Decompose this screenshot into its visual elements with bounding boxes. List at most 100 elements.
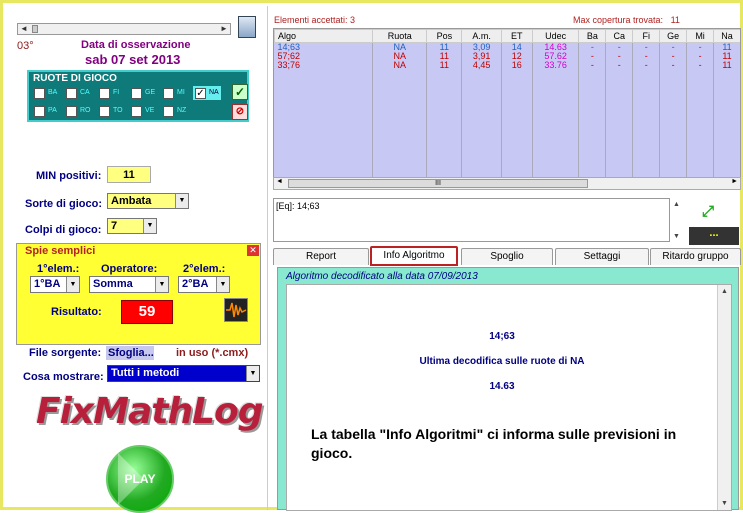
ruota-label-pa: PA: [48, 107, 57, 114]
info-value: 14.63: [489, 381, 515, 392]
ruota-label-to: TO: [113, 107, 123, 114]
calculator-icon[interactable]: [238, 16, 256, 38]
tab-spoglio[interactable]: Spoglio: [461, 248, 553, 265]
column-header[interactable]: Udec: [531, 29, 580, 43]
slider-right-arrow[interactable]: ►: [218, 24, 230, 34]
min-positivi-input[interactable]: 11: [107, 166, 151, 183]
ruota-label-ca: CA: [80, 89, 90, 96]
play-button[interactable]: PLAY: [106, 445, 174, 513]
checkbox-ro[interactable]: [66, 106, 77, 117]
colpi-select[interactable]: 7 ▼: [107, 218, 157, 234]
empty-row: [274, 79, 740, 88]
checkbox-fi[interactable]: [99, 88, 110, 99]
table-row[interactable]: 14;63 NA 11 3,09 14 14.63- - - - -11: [274, 42, 740, 52]
elem1-value: 1°BA: [34, 278, 61, 290]
hscroll-thumb[interactable]: III: [288, 179, 588, 188]
column-header[interactable]: A.m.: [461, 29, 502, 43]
date-slider[interactable]: ◄ ►: [17, 23, 231, 35]
chevron-down-icon[interactable]: ▼: [216, 277, 229, 292]
results-table[interactable]: Algo Ruota Pos A.m. ET Udec Ba Ca Fi Ge Mi Na 14;63…: [273, 28, 741, 190]
scroll-down-arrow[interactable]: ▼: [718, 497, 731, 510]
table-hscroll[interactable]: ◄ III ►: [273, 177, 741, 190]
column-header[interactable]: Ca: [605, 29, 634, 43]
table-row[interactable]: 57;62 NA 11 3,91 12 57.62- - - - -11: [274, 52, 740, 61]
tab-bar: Report Info Algoritmo Spoglio Settaggi R…: [273, 246, 741, 266]
colpi-label: Colpi di gioco:: [25, 224, 102, 236]
chevron-down-icon[interactable]: ▼: [66, 277, 79, 292]
tab-settaggi[interactable]: Settaggi: [555, 248, 649, 265]
info-algo: 14;63: [489, 331, 515, 342]
chevron-down-icon[interactable]: ▼: [246, 366, 259, 381]
chevron-down-icon[interactable]: ▼: [143, 219, 156, 233]
tab-report[interactable]: Report: [273, 248, 369, 265]
operator-label: Operatore:: [101, 263, 158, 275]
scroll-left-arrow[interactable]: ◄: [276, 178, 283, 185]
checkbox-ve[interactable]: [131, 106, 142, 117]
tab-info-algoritmo[interactable]: Info Algoritmo: [370, 246, 458, 266]
column-header[interactable]: Pos: [426, 29, 463, 43]
checkbox-ca[interactable]: [66, 88, 77, 99]
checkbox-to[interactable]: [99, 106, 110, 117]
table-row[interactable]: 33;76 NA 11 4,45 16 33.76- - - - -11: [274, 61, 740, 70]
checkbox-pa[interactable]: [34, 106, 45, 117]
max-coverage-label: Max copertura trovata:: [573, 15, 664, 25]
scroll-right-arrow[interactable]: ►: [731, 178, 738, 185]
info-decoding: Ultima decodifica sulle ruote di NA: [419, 356, 585, 367]
show-select[interactable]: Tutti i metodi ▼: [107, 365, 260, 382]
close-icon[interactable]: ✕: [247, 245, 259, 256]
checkbox-ge[interactable]: [131, 88, 142, 99]
eq-scroll-up[interactable]: ▲: [673, 201, 680, 208]
column-header[interactable]: Fi: [632, 29, 661, 43]
empty-row: [274, 106, 740, 115]
column-header[interactable]: Ge: [659, 29, 688, 43]
empty-row: [274, 160, 740, 169]
column-header[interactable]: Algo: [274, 29, 374, 43]
elem2-select[interactable]: 2°BA ▼: [178, 276, 230, 293]
column-header[interactable]: Ruota: [372, 29, 428, 43]
sorte-value: Ambata: [111, 195, 152, 207]
slider-left-arrow[interactable]: ◄: [18, 24, 30, 34]
checkbox-ba[interactable]: [34, 88, 45, 99]
logo-text: FixMathLog: [36, 391, 264, 432]
confirm-button[interactable]: ✓: [232, 84, 248, 100]
column-header[interactable]: Mi: [686, 29, 715, 43]
file-label: File sorgente:: [29, 347, 102, 359]
info-content: 14;63 Ultima decodifica sulle ruote di N…: [286, 284, 732, 511]
checkbox-nz[interactable]: [163, 106, 174, 117]
empty-row: [274, 88, 740, 97]
scroll-up-arrow[interactable]: ▲: [718, 285, 731, 298]
column-header[interactable]: ET: [500, 29, 533, 43]
empty-row: [274, 133, 740, 142]
expand-icon[interactable]: ⤢: [699, 203, 717, 221]
ruota-label-mi: MI: [177, 89, 185, 96]
waveform-icon[interactable]: [224, 298, 248, 322]
spie-title: Spie semplici: [25, 245, 96, 257]
clear-button[interactable]: ⊘: [232, 104, 248, 120]
elem1-select[interactable]: 1°BA ▼: [30, 276, 80, 293]
ruota-label-fi: FI: [113, 89, 120, 96]
ruota-label-na: NA: [209, 89, 219, 96]
operator-select[interactable]: Somma ▼: [89, 276, 169, 293]
chevron-down-icon[interactable]: ▼: [155, 277, 168, 292]
checkbox-mi[interactable]: [163, 88, 174, 99]
more-button[interactable]: ...: [689, 227, 739, 245]
equation-box[interactable]: [Eq]: 14;63: [273, 198, 670, 242]
slider-thumb[interactable]: [32, 25, 38, 33]
show-value: Tutti i metodi: [111, 367, 180, 379]
min-positivi-label: MIN positivi:: [36, 170, 102, 182]
empty-row: [274, 97, 740, 106]
eq-scroll-down[interactable]: ▼: [673, 233, 680, 240]
elem2-label: 2°elem.:: [183, 263, 226, 275]
column-header[interactable]: Ba: [578, 29, 607, 43]
column-header[interactable]: Na: [713, 29, 740, 43]
empty-row: [274, 70, 740, 79]
tab-ritardo-gruppo[interactable]: Ritardo gruppo: [650, 248, 741, 265]
sorte-select[interactable]: Ambata ▼: [107, 193, 189, 209]
file-status: in uso (*.cmx): [176, 347, 249, 359]
app-logo: FixMathLog: [36, 391, 264, 439]
browse-button[interactable]: Sfoglia...: [106, 346, 154, 360]
chevron-down-icon[interactable]: ▼: [175, 194, 188, 208]
info-vscroll[interactable]: ▲ ▼: [717, 285, 731, 510]
checkbox-na[interactable]: ✓: [195, 88, 206, 99]
max-coverage-value: 11: [670, 15, 680, 25]
